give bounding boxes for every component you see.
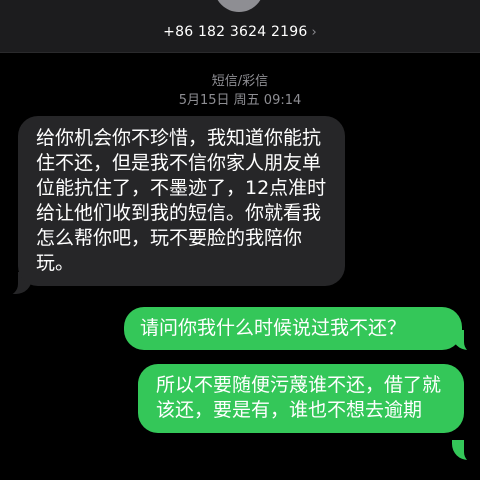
contact-avatar-icon[interactable] [214, 0, 264, 12]
contact-details-button[interactable]: +86 182 3624 2196 › [0, 24, 480, 40]
conversation-header: +86 182 3624 2196 › [0, 0, 480, 53]
bubble-tail-mask [464, 326, 480, 354]
service-label: 短信/彩信 [211, 74, 269, 89]
message-timestamp: 5月15日 周五 09:14 [178, 93, 302, 108]
contact-phone-number: +86 182 3624 2196 [163, 24, 308, 40]
outgoing-message-bubble[interactable]: 所以不要随便污蔑谁不还，借了就该还，要是有，谁也不想去逾期 [138, 364, 464, 433]
messages-screen: +86 182 3624 2196 › 短信/彩信 5月15日 周五 09:14 … [0, 0, 480, 480]
incoming-message-bubble[interactable]: 给你机会你不珍惜，我知道你能抗住不还，但是我不信你家人朋友单位能抗住了，不墨迹了… [18, 116, 345, 286]
outgoing-message-bubble[interactable]: 请问你我什么时候说过我不还？ [124, 307, 462, 350]
chevron-right-icon: › [311, 25, 317, 40]
bubble-tail-mask [464, 436, 480, 464]
